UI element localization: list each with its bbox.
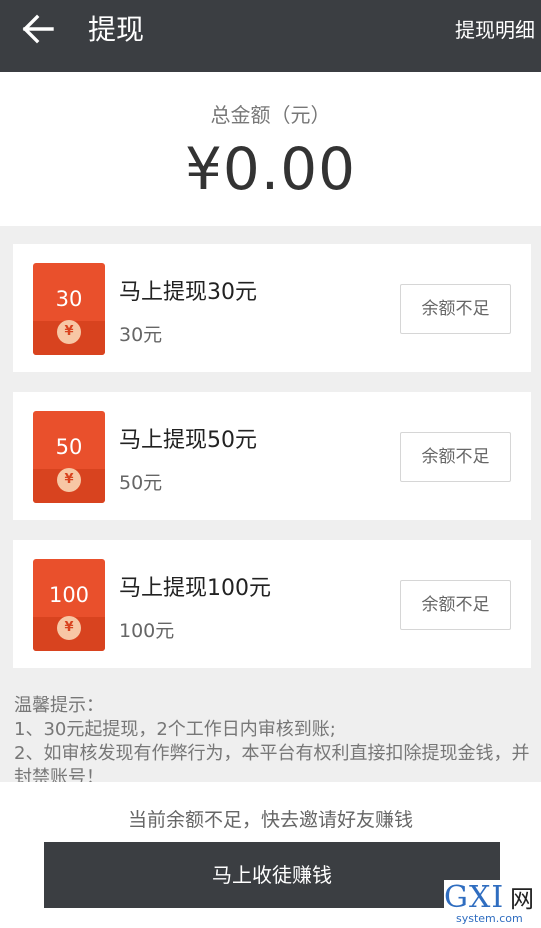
- withdraw-detail-link[interactable]: 提现明细: [455, 16, 535, 44]
- option-amount: 50元: [119, 472, 163, 494]
- balance-summary: 总金额（元） ¥0.00: [0, 72, 541, 226]
- withdraw-option-card: 100 ¥ 马上提现100元 100元 余额不足: [13, 540, 531, 668]
- insufficient-balance-button[interactable]: 余额不足: [400, 432, 511, 482]
- tips-heading: 温馨提示：: [14, 695, 104, 716]
- red-envelope-icon: 30 ¥: [33, 263, 105, 355]
- withdraw-option-card: 30 ¥ 马上提现30元 30元 余额不足: [13, 244, 531, 372]
- total-amount-value: ¥0.00: [184, 135, 357, 203]
- tips-line: 2、如审核发现有作弊行为，本平台有权利直接扣除提现金钱，并封禁账号！: [14, 743, 530, 782]
- balance-notice: 当前余额不足，快去邀请好友赚钱: [127, 809, 413, 831]
- page-title: 提现: [88, 13, 145, 46]
- watermark-net: 网: [510, 885, 534, 913]
- badge-amount: 30: [55, 287, 83, 311]
- option-amount: 100元: [119, 620, 175, 642]
- insufficient-balance-button[interactable]: 余额不足: [400, 284, 511, 334]
- red-envelope-icon: 50 ¥: [33, 411, 105, 503]
- watermark-domain: system.com: [456, 912, 523, 925]
- tips-section: 温馨提示： 1、30元起提现，2个工作日内审核到账; 2、如审核发现有作弊行为，…: [14, 694, 534, 782]
- back-arrow-icon[interactable]: [22, 14, 56, 44]
- yuan-coin-icon: ¥: [57, 320, 81, 344]
- option-title: 马上提现30元: [119, 280, 257, 305]
- badge-amount: 100: [48, 583, 90, 607]
- total-amount-label: 总金额（元）: [210, 103, 331, 127]
- withdraw-option-card: 50 ¥ 马上提现50元 50元 余额不足: [13, 392, 531, 520]
- red-envelope-icon: 100 ¥: [33, 559, 105, 651]
- option-title: 马上提现50元: [119, 428, 257, 453]
- watermark-main: GXI: [444, 880, 505, 915]
- option-amount: 30元: [119, 324, 163, 346]
- yuan-coin-icon: ¥: [57, 616, 81, 640]
- option-title: 马上提现100元: [119, 576, 271, 601]
- app-header: 提现 提现明细: [0, 0, 541, 72]
- insufficient-balance-button[interactable]: 余额不足: [400, 580, 511, 630]
- yuan-coin-icon: ¥: [57, 468, 81, 492]
- site-watermark-logo: GXI 网 system.com: [444, 880, 541, 928]
- badge-amount: 50: [55, 435, 83, 459]
- invite-apprentice-button[interactable]: 马上收徒赚钱: [44, 842, 500, 908]
- tips-line: 1、30元起提现，2个工作日内审核到账;: [14, 719, 336, 740]
